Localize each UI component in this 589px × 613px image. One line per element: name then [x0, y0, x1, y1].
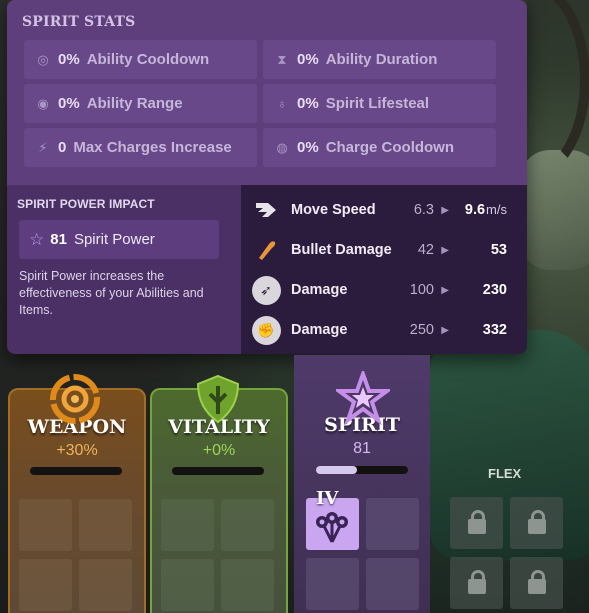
arrow-right-icon: ▶: [441, 204, 449, 216]
lock-icon: [527, 509, 546, 534]
charges-icon: ⚡: [38, 139, 48, 155]
impact-name: Bullet Damage: [291, 242, 392, 258]
spirit-star-icon: [332, 367, 394, 426]
stat-value: 0%: [58, 95, 80, 112]
impact-from: 100: [409, 282, 434, 298]
weapon-item-slot[interactable]: [19, 499, 72, 551]
weapon-progress-bar: [30, 467, 122, 475]
flex-title: FLEX: [488, 466, 522, 481]
impact-to: 332: [482, 322, 507, 338]
spirit-power-box: ☆ 81 Spirit Power: [19, 220, 219, 259]
stat-value: 0%: [297, 51, 319, 68]
stat-max-charges: ⚡ 0 Max Charges Increase: [24, 128, 257, 167]
impact-from: 6.3: [413, 202, 434, 218]
weapon-item-slot[interactable]: [79, 559, 132, 611]
weapon-bonus: +30%: [56, 442, 98, 459]
arrow-right-icon: ▶: [441, 244, 449, 256]
impact-row-ability-damage-1: ➶ Damage 100 ▶ 230: [241, 270, 527, 310]
impact-row-bullet-damage: Bullet Damage 42 ▶ 53: [241, 230, 527, 270]
impact-from: 42: [417, 242, 434, 258]
cooldown-icon: ◎: [37, 51, 49, 67]
spirit-item-slot[interactable]: [366, 558, 419, 610]
vitality-item-slot[interactable]: [221, 499, 274, 551]
stat-label: Max Charges Increase: [73, 139, 232, 156]
vitality-item-slot[interactable]: [161, 559, 214, 611]
bullet-icon: [251, 235, 281, 265]
stat-value: 0%: [297, 95, 319, 112]
flex-slot-locked[interactable]: [510, 497, 563, 549]
impact-to: 53: [490, 242, 507, 258]
stat-ability-range: ◉ 0% Ability Range: [24, 84, 257, 123]
flex-slot-locked[interactable]: [450, 497, 503, 549]
stat-label: Ability Range: [86, 95, 183, 112]
spirit-value: 81: [353, 440, 371, 457]
charge-cooldown-icon: ◍: [276, 139, 288, 155]
stat-value: 0%: [297, 139, 319, 156]
spirit-stats-tooltip: SPIRIT STATS ◎ 0% Ability Cooldown ⧗ 0% …: [7, 0, 527, 354]
stat-value: 0%: [58, 51, 80, 68]
flex-slot-locked[interactable]: [450, 557, 503, 609]
stat-label: Ability Cooldown: [86, 51, 210, 68]
spirit-stats-title: SPIRIT STATS: [22, 14, 136, 30]
impact-to-value: 9.6: [464, 202, 486, 218]
hourglass-icon: ⧗: [277, 51, 287, 67]
stat-label: Spirit Lifesteal: [325, 95, 430, 112]
stat-label: Charge Cooldown: [325, 139, 455, 156]
stat-label: Ability Duration: [325, 51, 438, 68]
move-speed-icon: [251, 195, 281, 225]
spirit-item-slot[interactable]: [306, 558, 359, 610]
stat-ability-cooldown: ◎ 0% Ability Cooldown: [24, 40, 257, 79]
vitality-progress-bar: [172, 467, 264, 475]
spirit-power-label: Spirit Power: [73, 231, 155, 248]
stat-spirit-lifesteal: ♁ 0% Spirit Lifesteal: [263, 84, 496, 123]
arrow-right-icon: ▶: [441, 324, 449, 336]
impact-name: Damage: [291, 322, 348, 338]
spirit-power-value: 81: [50, 231, 67, 248]
lifesteal-icon: ♁: [277, 96, 287, 111]
impact-name: Move Speed: [291, 202, 376, 218]
impact-title: SPIRIT POWER IMPACT: [17, 197, 155, 211]
lock-icon: [467, 569, 486, 594]
weapon-icon: [49, 373, 101, 425]
spirit-stats-section: SPIRIT STATS ◎ 0% Ability Cooldown ⧗ 0% …: [7, 0, 527, 185]
stat-charge-cooldown: ◍ 0% Charge Cooldown: [263, 128, 496, 167]
impact-to: 230: [482, 282, 507, 298]
item-tier-badge: IV: [316, 488, 339, 509]
stat-value: 0: [58, 139, 67, 156]
stat-ability-duration: ⧗ 0% Ability Duration: [263, 40, 496, 79]
spirit-item-slot[interactable]: [366, 498, 419, 550]
ability-bow-icon: ➶: [251, 275, 281, 305]
spirit-power-impact-section: SPIRIT POWER IMPACT ☆ 81 Spirit Power Sp…: [7, 185, 241, 354]
spirit-progress-fill: [316, 466, 358, 474]
impact-rows: Move Speed 6.3 ▶ 9.6m/s Bullet Damage 42…: [241, 185, 527, 354]
vitality-item-slot[interactable]: [221, 559, 274, 611]
impact-to: 9.6m/s: [465, 202, 507, 218]
range-icon: ◉: [37, 95, 49, 111]
ability-strike-icon: ✊: [251, 315, 281, 345]
star-icon: ☆: [29, 229, 45, 249]
impact-from: 250: [409, 322, 434, 338]
arrow-right-icon: ▶: [441, 284, 449, 296]
vitality-item-slot[interactable]: [161, 499, 214, 551]
weapon-item-slot[interactable]: [79, 499, 132, 551]
impact-name: Damage: [291, 282, 348, 298]
spirit-progress-bar: [316, 466, 408, 474]
impact-unit: m/s: [486, 202, 507, 217]
weapon-item-slot[interactable]: [19, 559, 72, 611]
lock-icon: [467, 509, 486, 534]
lock-icon: [527, 569, 546, 594]
flex-slot-locked[interactable]: [510, 557, 563, 609]
impact-row-ability-damage-2: ✊ Damage 250 ▶ 332: [241, 310, 527, 350]
vitality-bonus: +0%: [202, 442, 236, 459]
spirit-power-description: Spirit Power increases the effectiveness…: [19, 269, 204, 317]
vitality-shield-icon: [191, 372, 245, 426]
impact-row-move-speed: Move Speed 6.3 ▶ 9.6m/s: [241, 190, 527, 230]
